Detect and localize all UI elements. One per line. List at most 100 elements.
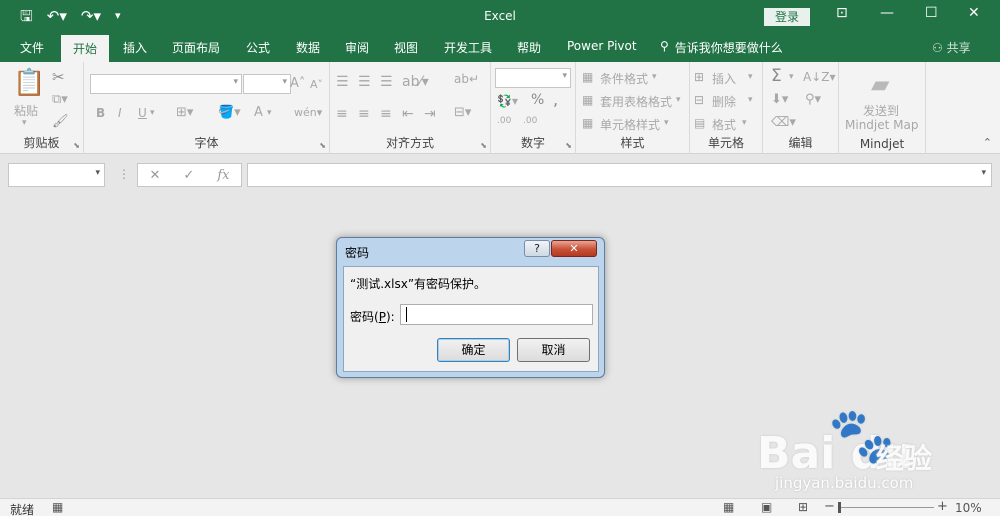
underline-dropdown-icon[interactable]: ▾ <box>150 108 155 118</box>
comma-button[interactable]: , <box>553 90 558 109</box>
share-button[interactable]: ⚇ 共享 <box>932 39 971 56</box>
increase-decimal-button[interactable]: .00 <box>497 116 511 126</box>
cancel-entry-icon[interactable]: ✕ <box>150 168 161 183</box>
tab-page-layout[interactable]: 页面布局 <box>172 39 220 56</box>
copy-icon[interactable]: ⧉▾ <box>52 92 68 107</box>
macro-record-icon[interactable]: ▦ <box>52 500 63 514</box>
insert-cells-icon[interactable]: ⊞ <box>694 70 704 84</box>
font-color-button[interactable]: A <box>254 105 263 120</box>
insert-cells-button[interactable]: 插入 <box>712 70 736 87</box>
formula-input[interactable]: ▾ <box>247 163 992 187</box>
number-format-combo[interactable]: ▾ <box>495 68 571 88</box>
tab-home[interactable]: 开始 <box>61 35 110 62</box>
italic-button[interactable]: I <box>118 106 122 120</box>
align-left-icon[interactable]: ≡ <box>336 106 348 122</box>
page-break-view-icon[interactable]: ⊞ <box>798 500 808 514</box>
align-middle-icon[interactable]: ☰ <box>358 74 371 90</box>
alignment-launcher-icon[interactable]: ⬊ <box>480 141 487 150</box>
send-to-mindjet-line2[interactable]: Mindjet Map <box>845 118 918 132</box>
bold-button[interactable]: B <box>96 106 105 120</box>
login-button[interactable]: 登录 <box>764 8 810 26</box>
decrease-font-icon[interactable]: A˅ <box>310 78 323 91</box>
phonetic-icon[interactable]: wén▾ <box>294 106 322 119</box>
maximize-icon[interactable]: ☐ <box>925 5 938 21</box>
format-painter-icon[interactable]: 🖌 <box>52 114 69 129</box>
font-name-combo[interactable]: ▾ <box>90 74 242 94</box>
sort-filter-icon[interactable]: A↓Z▾ <box>803 70 836 84</box>
send-to-mindjet-line1[interactable]: 发送到 <box>863 102 899 119</box>
paste-icon[interactable]: 📋 <box>13 68 45 98</box>
tab-review[interactable]: 审阅 <box>345 39 369 56</box>
confirm-entry-icon[interactable]: ✓ <box>183 168 194 183</box>
font-size-combo[interactable]: ▾ <box>243 74 291 94</box>
close-icon[interactable]: ✕ <box>968 5 980 21</box>
tab-view[interactable]: 视图 <box>394 39 418 56</box>
tab-help[interactable]: 帮助 <box>517 39 541 56</box>
insert-function-icon[interactable]: fx <box>217 168 229 183</box>
merge-center-icon[interactable]: ⊟▾ <box>454 105 471 120</box>
cell-styles-button[interactable]: 单元格样式 <box>600 116 660 133</box>
increase-indent-icon[interactable]: ⇥ <box>424 106 436 122</box>
zoom-level[interactable]: 10% <box>955 501 982 515</box>
password-input[interactable] <box>400 304 593 325</box>
conditional-format-button[interactable]: 条件格式 <box>600 70 648 87</box>
decrease-decimal-button[interactable]: .00 <box>523 116 537 126</box>
orientation-icon[interactable]: ab⁄▾ <box>402 74 429 90</box>
minimize-icon[interactable]: — <box>880 5 894 21</box>
borders-icon[interactable]: ⊞▾ <box>176 105 193 120</box>
ribbon-display-icon[interactable]: ⊡ <box>836 5 848 21</box>
format-as-table-button[interactable]: 套用表格格式 <box>600 93 672 110</box>
paste-dropdown-icon[interactable]: ▾ <box>22 118 27 128</box>
align-top-icon[interactable]: ☰ <box>336 74 349 90</box>
format-cells-button[interactable]: 格式 <box>712 116 736 133</box>
tab-file[interactable]: 文件 <box>20 39 44 56</box>
percent-button[interactable]: % <box>531 92 544 108</box>
font-launcher-icon[interactable]: ⬊ <box>319 141 326 150</box>
collapse-ribbon-icon[interactable]: ⌃ <box>983 136 992 149</box>
zoom-slider-thumb[interactable] <box>838 502 841 513</box>
paste-label[interactable]: 粘贴 <box>14 102 38 119</box>
tell-me-box[interactable]: ⚲ 告诉我你想要做什么 <box>660 39 783 56</box>
delete-cells-icon[interactable]: ⊟ <box>694 93 704 107</box>
format-table-icon[interactable]: ▦ <box>582 93 593 107</box>
help-button[interactable]: ? <box>524 240 550 257</box>
align-bottom-icon[interactable]: ☰ <box>380 74 393 90</box>
conditional-format-icon[interactable]: ▦ <box>582 70 593 84</box>
format-cells-icon[interactable]: ▤ <box>694 116 705 130</box>
clipboard-launcher-icon[interactable]: ⬊ <box>73 141 80 150</box>
zoom-out-icon[interactable]: − <box>824 499 835 514</box>
zoom-in-icon[interactable]: + <box>937 499 948 514</box>
fill-color-icon[interactable]: 🪣▾ <box>218 105 241 120</box>
align-right-icon[interactable]: ≡ <box>380 106 392 122</box>
underline-button[interactable]: U <box>138 106 147 120</box>
delete-cells-button[interactable]: 删除 <box>712 93 736 110</box>
cut-icon[interactable]: ✂ <box>52 68 65 86</box>
cell-styles-icon[interactable]: ▦ <box>582 116 593 130</box>
tab-power-pivot[interactable]: Power Pivot <box>567 39 637 53</box>
decrease-indent-icon[interactable]: ⇤ <box>402 106 414 122</box>
normal-view-icon[interactable]: ▦ <box>723 500 734 514</box>
tab-data[interactable]: 数据 <box>296 39 320 56</box>
zoom-slider-track[interactable] <box>838 507 934 508</box>
cancel-button[interactable]: 取消 <box>517 338 590 362</box>
page-layout-view-icon[interactable]: ▣ <box>761 500 772 514</box>
wrap-text-icon[interactable]: ab↵ <box>454 72 479 86</box>
expand-formula-icon[interactable]: ▾ <box>981 168 986 178</box>
fill-icon[interactable]: ⬇▾ <box>771 92 788 107</box>
ok-button[interactable]: 确定 <box>437 338 510 362</box>
tab-developer[interactable]: 开发工具 <box>444 39 492 56</box>
tab-formulas[interactable]: 公式 <box>246 39 270 56</box>
dialog-close-button[interactable]: ✕ <box>551 240 597 257</box>
currency-icon[interactable]: 💱▾ <box>497 94 518 108</box>
name-box[interactable]: ▾ <box>8 163 105 187</box>
align-center-icon[interactable]: ≡ <box>358 106 370 122</box>
autosum-button[interactable]: Σ <box>771 66 782 86</box>
tab-insert[interactable]: 插入 <box>123 39 147 56</box>
mindjet-map-icon[interactable]: ▰ <box>871 70 889 98</box>
increase-font-icon[interactable]: A˄ <box>290 76 305 91</box>
font-color-dropdown-icon[interactable]: ▾ <box>267 108 272 118</box>
clear-icon[interactable]: ⌫▾ <box>771 115 796 130</box>
number-launcher-icon[interactable]: ⬊ <box>565 141 572 150</box>
find-select-icon[interactable]: ⚲▾ <box>805 92 821 107</box>
formula-bar-grip-icon[interactable]: ⋮ <box>118 167 130 181</box>
